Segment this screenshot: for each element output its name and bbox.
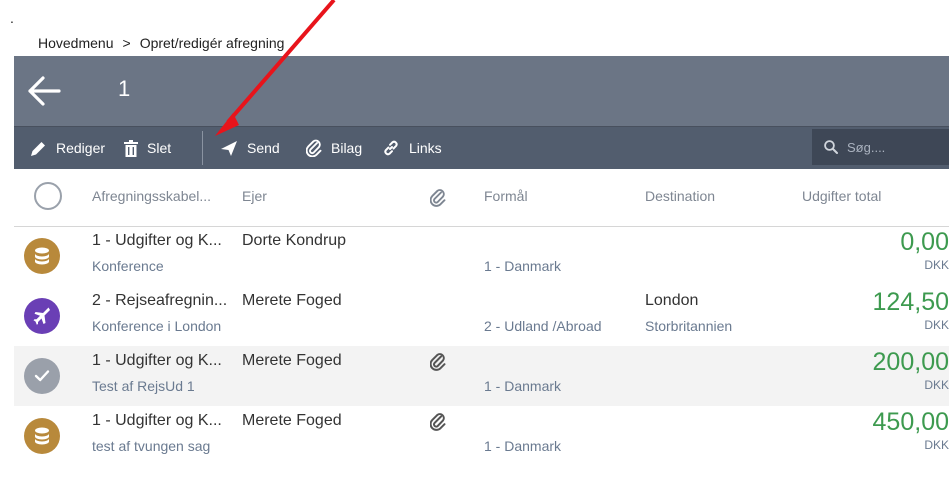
attachments-label: Bilag [331, 140, 363, 156]
row-type-avatar [24, 238, 60, 274]
breadcrumb-current: Opret/redigér afregning [139, 35, 285, 51]
row-purpose: 2 - Udland /Abroad [484, 318, 602, 334]
back-arrow-icon[interactable] [28, 76, 62, 106]
row-template: 1 - Udgifter og K... [92, 232, 222, 249]
page-dot: . [10, 10, 14, 26]
paperclip-icon[interactable] [429, 188, 446, 212]
row-purpose: 1 - Danmark [484, 438, 562, 454]
row-destination-country: Storbritannien [645, 318, 733, 334]
row-owner: Merete Foged [242, 352, 342, 369]
search-icon [824, 140, 838, 154]
edit-label: Rediger [56, 140, 106, 156]
row-subtitle: test af tvungen sag [92, 438, 211, 454]
table-row[interactable]: 1 - Udgifter og K... Merete Foged Test af … [14, 346, 949, 406]
table-row[interactable]: 2 - Rejseafregnin... Merete Foged Konferen… [14, 286, 949, 346]
row-subtitle: Test af RejsUd 1 [92, 378, 195, 394]
row-type-avatar [24, 418, 60, 454]
row-amount: 200,00 [872, 348, 949, 376]
page-title: 1 [118, 76, 131, 101]
column-header-total[interactable]: Udgifter total [802, 188, 881, 204]
toolbar: Rediger Slet Send Bilag Links [14, 126, 949, 169]
column-header-purpose[interactable]: Formål [484, 188, 528, 204]
table-row[interactable]: 1 - Udgifter og K... Dorte Kondrup Konfere… [14, 226, 949, 286]
row-subtitle: Konference [92, 258, 164, 274]
search-input[interactable] [845, 138, 939, 156]
attachments-button[interactable]: Bilag [306, 127, 362, 169]
row-type-avatar [24, 358, 60, 394]
breadcrumb: Hovedmenu > Opret/redigér afregning [38, 35, 284, 51]
row-template: 1 - Udgifter og K... [92, 412, 222, 429]
title-bar: 1 [14, 56, 949, 126]
database-icon [34, 247, 50, 265]
row-currency: DKK [924, 258, 949, 272]
airplane-icon [33, 307, 51, 325]
trash-icon [124, 139, 138, 157]
row-amount: 124,50 [872, 288, 949, 316]
send-label: Send [247, 140, 280, 156]
row-type-avatar [24, 298, 60, 334]
row-currency: DKK [924, 378, 949, 392]
links-button[interactable]: Links [382, 127, 442, 169]
breadcrumb-separator: > [122, 35, 131, 51]
send-button[interactable]: Send [220, 127, 280, 169]
search-box[interactable] [812, 129, 949, 165]
row-owner: Merete Foged [242, 412, 342, 429]
attachment-icon [429, 352, 446, 376]
row-currency: DKK [924, 438, 949, 452]
select-all-checkbox[interactable] [34, 182, 62, 210]
paperclip-icon [306, 139, 322, 157]
database-icon [34, 427, 50, 445]
link-icon [384, 140, 398, 156]
row-currency: DKK [924, 318, 949, 332]
row-amount: 0,00 [900, 228, 949, 256]
column-header-template[interactable]: Afregningsskabel... [92, 188, 211, 204]
check-icon [34, 369, 50, 383]
delete-label: Slet [147, 140, 172, 156]
table-header: Afregningsskabel... Ejer Formål Destinat… [14, 168, 949, 227]
delete-button[interactable]: Slet [124, 127, 171, 169]
column-header-owner[interactable]: Ejer [242, 188, 267, 204]
row-owner: Merete Foged [242, 292, 342, 309]
column-header-destination[interactable]: Destination [645, 188, 715, 204]
row-purpose: 1 - Danmark [484, 258, 562, 274]
edit-button[interactable]: Rediger [30, 127, 105, 169]
row-template: 1 - Udgifter og K... [92, 352, 222, 369]
send-icon [221, 140, 237, 156]
row-owner: Dorte Kondrup [242, 232, 347, 249]
breadcrumb-home[interactable]: Hovedmenu [38, 35, 114, 51]
row-purpose: 1 - Danmark [484, 378, 562, 394]
row-template: 2 - Rejseafregnin... [92, 292, 228, 309]
pencil-icon [31, 141, 45, 156]
row-destination: London [645, 292, 699, 309]
row-amount: 450,00 [872, 408, 949, 436]
attachment-icon [429, 412, 446, 436]
table-row[interactable]: 1 - Udgifter og K... Merete Foged test af … [14, 406, 949, 466]
toolbar-divider [202, 131, 203, 165]
row-subtitle: Konference i London [92, 318, 222, 334]
links-label: Links [409, 140, 442, 156]
